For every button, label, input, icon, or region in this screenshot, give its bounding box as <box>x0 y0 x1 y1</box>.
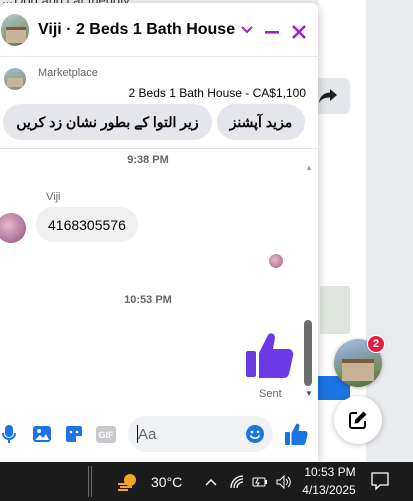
minimize-icon <box>265 31 279 34</box>
battery-icon[interactable] <box>251 472 269 492</box>
photo-icon <box>33 426 51 442</box>
chat-header[interactable]: Viji · 2 Beds 1 Bath House <box>0 3 318 57</box>
like-button[interactable] <box>284 422 308 446</box>
listing-banner[interactable]: Marketplace 2 Beds 1 Bath House - CA$1,1… <box>0 57 318 149</box>
scroll-down-icon[interactable]: ▼ <box>305 389 313 398</box>
clock-date[interactable]: 4/13/2025 <box>300 483 358 497</box>
seen-avatar <box>269 254 283 268</box>
background-sidebar <box>366 0 413 462</box>
scrollbar[interactable]: ▲ ▼ <box>303 163 315 403</box>
gif-button[interactable]: GIF <box>96 426 116 443</box>
timestamp: 9:38 PM <box>127 154 169 166</box>
conversation-avatar[interactable] <box>1 13 29 46</box>
conversation-title[interactable]: Viji · 2 Beds 1 Bath House <box>38 21 235 39</box>
delivery-status: Sent <box>259 388 282 400</box>
more-options-button[interactable]: مزید آپشنز <box>217 104 305 140</box>
message-bubble[interactable]: 4168305576 <box>36 207 138 242</box>
clock-time[interactable]: 10:53 PM <box>303 465 357 479</box>
sender-name: Viji <box>46 191 61 203</box>
minimize-button[interactable] <box>260 20 284 44</box>
microphone-button[interactable] <box>0 423 20 445</box>
temperature[interactable]: 30°C <box>151 474 182 490</box>
sticker-button[interactable] <box>63 423 85 445</box>
share-arrow-icon <box>319 89 337 103</box>
text-cursor <box>137 425 138 443</box>
composer: GIF <box>0 405 318 462</box>
wifi-icon[interactable] <box>229 472 245 492</box>
timestamp: 10:53 PM <box>124 294 172 306</box>
weather-icon[interactable] <box>116 470 142 494</box>
scrollbar-thumb[interactable] <box>304 320 312 386</box>
emoji-icon[interactable] <box>245 424 265 444</box>
close-icon <box>292 25 306 39</box>
map-thumbnail <box>320 286 350 334</box>
scroll-up-icon[interactable]: ▲ <box>305 163 313 172</box>
close-button[interactable] <box>287 20 311 44</box>
sender-avatar[interactable] <box>0 213 26 243</box>
chevron-down-icon[interactable] <box>241 23 253 37</box>
compose-icon <box>349 411 367 429</box>
chat-window: Viji · 2 Beds 1 Bath House Marketplace 2… <box>0 3 318 462</box>
listing-thumbnail <box>4 68 26 90</box>
taskbar: 30°C 10:53 PM 4/13/2025 <box>0 462 413 501</box>
thumbs-up-icon <box>246 333 294 378</box>
volume-icon[interactable] <box>275 472 293 492</box>
new-message-button[interactable] <box>334 396 382 444</box>
taskbar-separator <box>88 466 92 497</box>
sticker-icon <box>66 426 82 442</box>
listing-source: Marketplace <box>38 67 98 79</box>
listing-title[interactable]: 2 Beds 1 Bath House - CA$1,100 <box>129 86 306 100</box>
notification-icon[interactable] <box>370 471 390 491</box>
chevron-up-icon[interactable] <box>203 472 219 492</box>
microphone-icon <box>2 425 16 443</box>
message-list[interactable]: 9:38 PM Viji 4168305576 10:53 PM Sent <box>0 149 318 403</box>
unread-badge: 2 <box>367 335 385 353</box>
photo-button[interactable] <box>31 423 53 445</box>
mark-as-pending-button[interactable]: زیر التوا کے بطور نشان زد کریں <box>3 104 212 140</box>
